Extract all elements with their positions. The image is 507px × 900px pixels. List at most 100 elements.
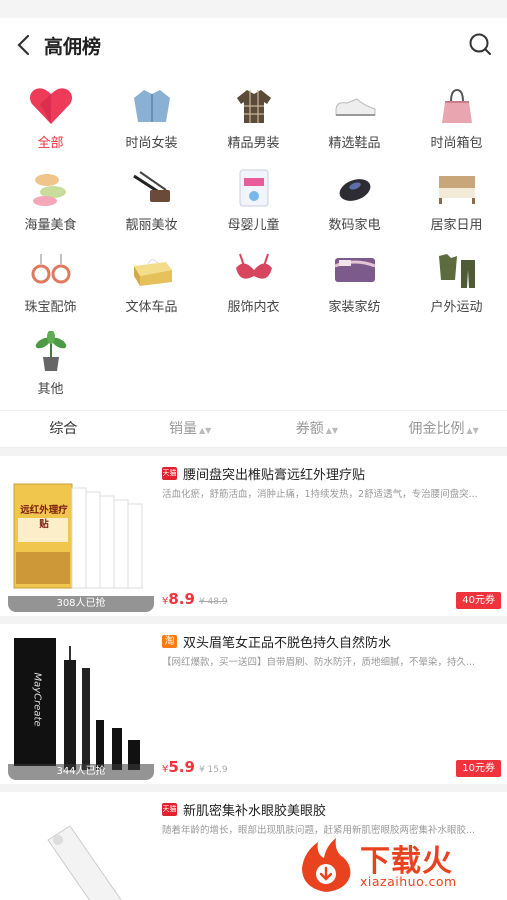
- category-stationery[interactable]: 文体车品: [101, 244, 202, 324]
- taobao-badge: 淘: [162, 635, 177, 648]
- category-label: 时尚女装: [125, 136, 178, 151]
- product-name: 双头眉笔女正品不脱色持久自然防水: [183, 636, 392, 651]
- macaron-icon: [28, 166, 74, 210]
- category-all[interactable]: 全部: [0, 80, 101, 160]
- coupon-badge[interactable]: 40元券: [456, 592, 501, 609]
- product-title: 天猫 腰间盘突出椎贴膏远红外理疗贴: [162, 464, 497, 483]
- flame-logo-icon: [302, 838, 351, 892]
- category-label: 靓丽美妆: [125, 218, 178, 233]
- sort-bar: 综合 销量 ▲▼ 券额 ▲▼ 佣金比例 ▲▼: [0, 410, 507, 448]
- sort-arrows-icon: ▲▼: [466, 426, 479, 435]
- category-label: 母婴儿童: [227, 218, 280, 233]
- category-textile[interactable]: 家装家纺: [304, 244, 405, 324]
- tmall-badge: 天猫: [162, 467, 177, 480]
- category-label: 居家日用: [430, 218, 483, 233]
- heart-icon: [28, 84, 74, 128]
- bra-icon: [231, 248, 277, 292]
- search-icon[interactable]: [467, 31, 493, 57]
- watermark-url: xiazaihuo.com: [360, 874, 457, 889]
- product-image: 远红外理疗贴: [8, 464, 154, 612]
- category-outdoor[interactable]: 户外运动: [406, 244, 507, 324]
- category-grid: 全部 时尚女装 精品男装 精选鞋品 时尚箱包 海量美食 靓丽美妆 母婴儿童 数码…: [0, 72, 507, 410]
- category-men[interactable]: 精品男装: [203, 80, 304, 160]
- bed-icon: [434, 166, 480, 210]
- price: ¥8.9 ¥ 48.9: [162, 590, 228, 608]
- original-price: ¥ 15.9: [198, 765, 228, 775]
- plant-icon: [28, 330, 74, 374]
- tissue-box-icon: [129, 248, 175, 292]
- price-value: 8.9: [168, 590, 195, 608]
- category-baby[interactable]: 母婴儿童: [203, 162, 304, 242]
- category-jewelry[interactable]: 珠宝配饰: [0, 244, 101, 324]
- cosmetics-icon: [129, 166, 175, 210]
- coupon-badge[interactable]: 10元券: [456, 760, 501, 777]
- status-bar: [0, 0, 507, 18]
- category-label: 时尚箱包: [430, 136, 483, 151]
- tmall-badge: 天猫: [162, 803, 177, 816]
- divider: [0, 784, 507, 792]
- price: ¥5.9 ¥ 15.9: [162, 758, 228, 776]
- price-value: 5.9: [168, 758, 195, 776]
- category-beauty[interactable]: 靓丽美妆: [101, 162, 202, 242]
- category-label: 家装家纺: [328, 300, 381, 315]
- outdoor-clothes-icon: [434, 248, 480, 292]
- divider: [0, 448, 507, 456]
- category-digital[interactable]: 数码家电: [304, 162, 405, 242]
- product-title: 天猫 新肌密集补水眼胶美眼胶: [162, 800, 497, 819]
- mouse-icon: [332, 166, 378, 210]
- product-image: MayCreate: [8, 632, 154, 780]
- product-card[interactable]: 远红外理疗贴 308人已抢 天猫 腰间盘突出椎贴膏远红外理疗贴 活血化瘀，舒筋活…: [0, 456, 507, 616]
- earrings-icon: [28, 248, 74, 292]
- category-label: 海量美食: [24, 218, 77, 233]
- page-title: 高佣榜: [44, 36, 102, 58]
- box-label: MayCreate: [31, 672, 43, 727]
- product-name: 新肌密集补水眼胶美眼胶: [183, 804, 327, 819]
- product-desc: 【网红爆款，买一送四】自带眉刷、防水防汗，质地细腻，不晕染，持久...: [162, 657, 476, 668]
- category-lingerie[interactable]: 服饰内衣: [203, 244, 304, 324]
- category-label: 全部: [37, 136, 64, 151]
- product-title: 淘 双头眉笔女正品不脱色持久自然防水: [162, 632, 497, 651]
- sold-count: 308人已抢: [8, 596, 154, 612]
- category-label: 珠宝配饰: [24, 300, 77, 315]
- category-label: 精选鞋品: [328, 136, 381, 151]
- category-label: 精品男装: [227, 136, 280, 151]
- sort-sales[interactable]: 销量 ▲▼: [127, 411, 254, 447]
- product-desc: 活血化瘀，舒筋活血，消肿止痛，1持续发热，2舒适透气，专治腰间盘突...: [162, 489, 478, 500]
- sort-arrows-icon: ▲▼: [198, 426, 212, 435]
- category-label: 文体车品: [125, 300, 178, 315]
- original-price: ¥ 48.9: [198, 597, 228, 607]
- diaper-icon: [231, 166, 277, 210]
- bedding-icon: [332, 248, 378, 292]
- category-label: 数码家电: [328, 218, 381, 233]
- category-label: 服饰内衣: [227, 300, 280, 315]
- product-card[interactable]: MayCreate 344人已抢 淘 双头眉笔女正品不脱色持久自然防水 【网红爆…: [0, 624, 507, 784]
- header: 高佣榜: [0, 18, 507, 72]
- divider: [0, 616, 507, 624]
- category-shoes[interactable]: 精选鞋品: [304, 80, 405, 160]
- sort-label: 佣金比例: [408, 421, 465, 437]
- sort-label: 券额: [295, 421, 324, 437]
- watermark: 下载火 xiazaihuo.com: [296, 834, 501, 894]
- category-label: 其他: [37, 382, 64, 397]
- category-label: 户外运动: [430, 300, 483, 315]
- handbag-icon: [434, 84, 480, 128]
- sort-label: 销量: [168, 421, 197, 437]
- box-label: 远红外理疗贴: [20, 505, 68, 530]
- sort-comprehensive[interactable]: 综合: [0, 411, 127, 447]
- sort-arrows-icon: ▲▼: [325, 426, 339, 435]
- shoe-icon: [332, 84, 378, 128]
- jacket-icon: [129, 84, 175, 128]
- product-name: 腰间盘突出椎贴膏远红外理疗贴: [183, 468, 366, 483]
- category-women[interactable]: 时尚女装: [101, 80, 202, 160]
- chevron-left-icon[interactable]: [14, 32, 36, 58]
- category-food[interactable]: 海量美食: [0, 162, 101, 242]
- sort-coupon[interactable]: 券额 ▲▼: [254, 411, 381, 447]
- category-home[interactable]: 居家日用: [406, 162, 507, 242]
- category-other[interactable]: 其他: [0, 326, 101, 406]
- sort-commission[interactable]: 佣金比例 ▲▼: [380, 411, 507, 447]
- shirt-icon: [231, 84, 277, 128]
- sort-label: 综合: [49, 421, 78, 437]
- sold-count: 344人已抢: [8, 764, 154, 780]
- product-image: [8, 800, 154, 900]
- category-bags[interactable]: 时尚箱包: [406, 80, 507, 160]
